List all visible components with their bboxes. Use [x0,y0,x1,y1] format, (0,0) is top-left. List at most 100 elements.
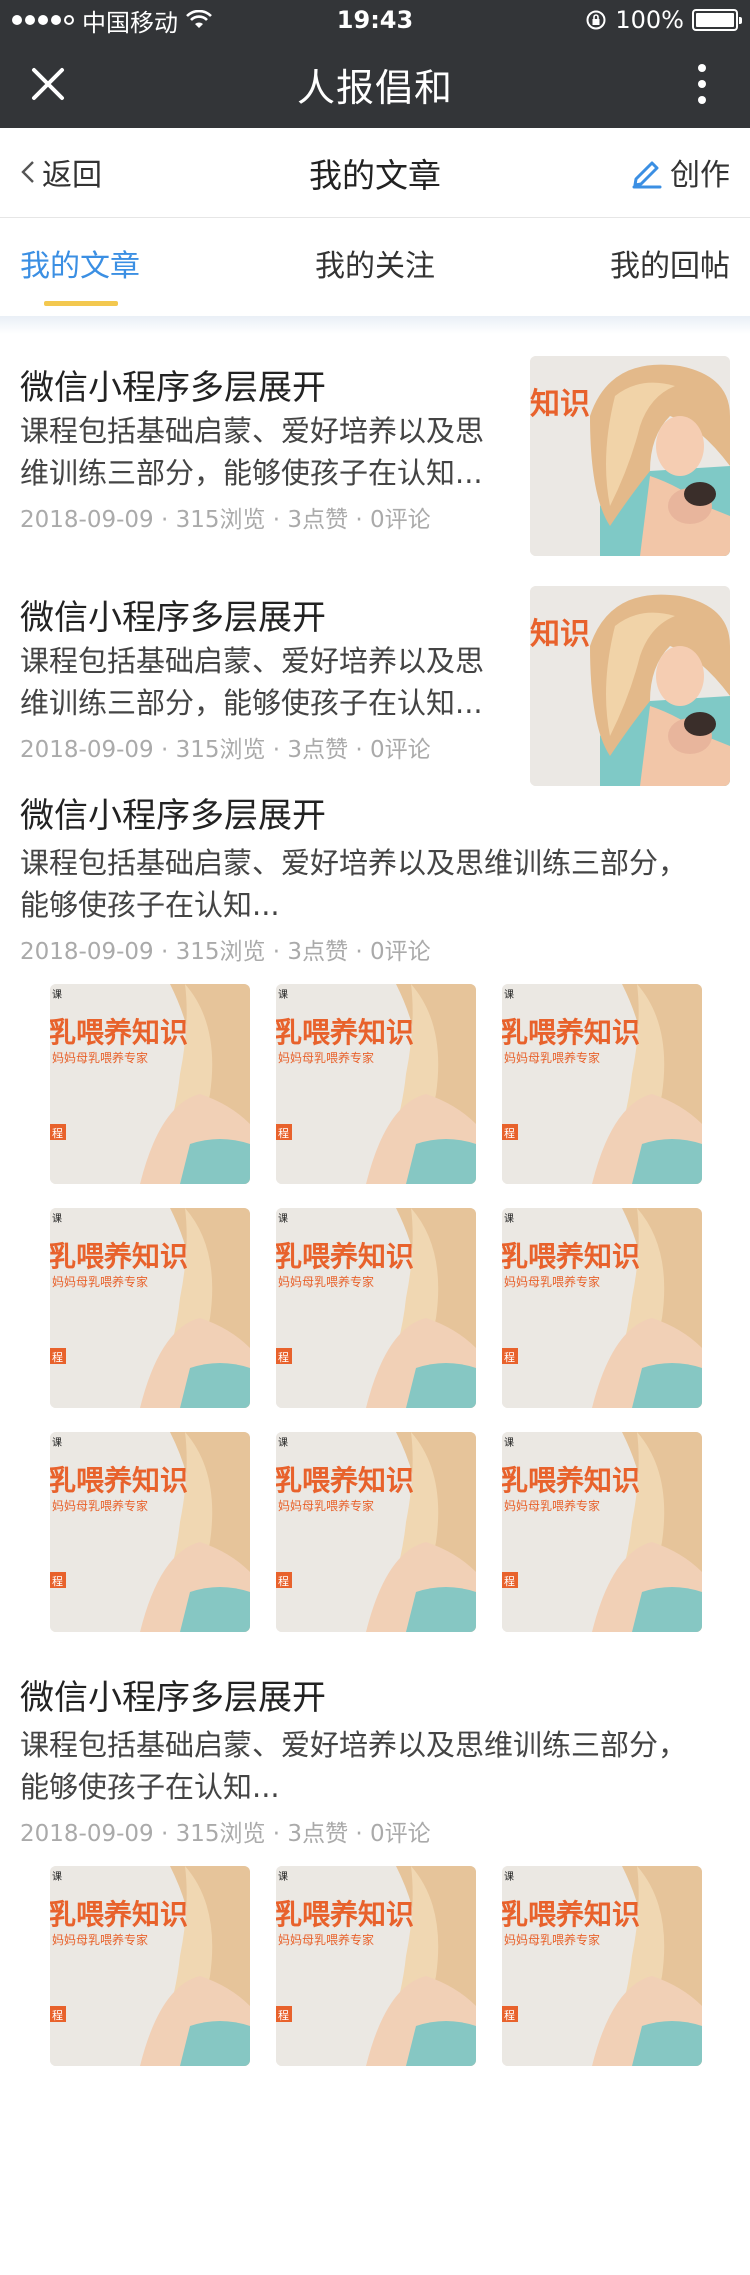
svg-text:课: 课 [278,1871,288,1883]
article-title: 微信小程序多层展开 [20,598,326,638]
article-desc-line: 课程包括基础启蒙、爱好培养以及思 [20,414,485,448]
svg-text:知识: 知识 [530,387,590,422]
mother-baby-illustration: 知识 [530,586,730,786]
svg-text:乳喂养知识: 乳喂养知识 [502,1464,640,1497]
svg-text:妈妈母乳喂养专家: 妈妈母乳喂养专家 [504,1050,600,1065]
svg-text:程: 程 [504,2009,515,2022]
article-card[interactable]: 微信小程序多层展开 课程包括基础启蒙、爱好培养以及思 维训练三部分，能够使孩子在… [0,334,750,564]
svg-text:程: 程 [278,1575,289,1588]
grid-image[interactable]: 课 乳喂养知识 妈妈母乳喂养专家 程 [276,1432,476,1632]
grid-image[interactable]: 课 乳喂养知识 妈妈母乳喂养专家 程 [276,1866,476,2066]
grid-image[interactable]: 课 乳喂养知识 妈妈母乳喂养专家 程 [50,1208,250,1408]
grid-image[interactable]: 课 乳喂养知识 妈妈母乳喂养专家 程 [50,1432,250,1632]
back-label: 返回 [42,158,102,193]
svg-text:乳喂养知识: 乳喂养知识 [276,1240,414,1273]
article-meta: 2018-09-09 · 315浏览 · 3点赞 · 0评论 [20,1821,431,1847]
sub-header: 返回 我的文章 创作 [0,128,750,218]
status-bar: 中国移动 19:43 100% [0,0,750,40]
svg-text:乳喂养知识: 乳喂养知识 [50,1898,188,1931]
create-label: 创作 [670,158,730,193]
article-meta: 2018-09-09 · 315浏览 · 3点赞 · 0评论 [20,507,431,533]
close-icon [32,68,64,100]
tab-divider [0,316,750,334]
close-button[interactable] [24,60,72,108]
breastfeeding-poster-illustration: 课 乳喂养知识 妈妈母乳喂养专家 程 [502,1208,702,1408]
svg-text:乳喂养知识: 乳喂养知识 [50,1240,188,1273]
back-button[interactable]: 返回 [20,150,102,194]
breastfeeding-poster-illustration: 课 乳喂养知识 妈妈母乳喂养专家 程 [50,1866,250,2066]
svg-text:课: 课 [504,1213,514,1225]
chevron-left-icon [21,161,34,183]
svg-text:课: 课 [504,1437,514,1449]
breastfeeding-poster-illustration: 课 乳喂养知识 妈妈母乳喂养专家 程 [276,1432,476,1632]
article-meta: 2018-09-09 · 315浏览 · 3点赞 · 0评论 [20,939,431,965]
grid-image[interactable]: 课 乳喂养知识 妈妈母乳喂养专家 程 [50,984,250,1184]
breastfeeding-poster-illustration: 课 乳喂养知识 妈妈母乳喂养专家 程 [276,1866,476,2066]
article-desc-line: 维训练三部分，能够使孩子在认知... [20,456,483,490]
svg-text:乳喂养知识: 乳喂养知识 [276,1898,414,1931]
breastfeeding-poster-illustration: 课 乳喂养知识 妈妈母乳喂养专家 程 [502,984,702,1184]
article-card[interactable]: 微信小程序多层展开 课程包括基础启蒙、爱好培养以及思维训练三部分， 能够使孩子在… [0,1676,750,1848]
svg-text:妈妈母乳喂养专家: 妈妈母乳喂养专家 [278,1274,374,1289]
article-desc-line: 课程包括基础启蒙、爱好培养以及思维训练三部分， [20,1728,688,1762]
grid-image[interactable]: 课 乳喂养知识 妈妈母乳喂养专家 程 [502,1432,702,1632]
more-icon-dot [698,96,706,104]
svg-text:课: 课 [52,1213,62,1225]
status-left: 中国移动 [12,3,212,38]
mother-baby-illustration: 知识 [530,356,730,556]
article-title: 微信小程序多层展开 [20,796,326,836]
battery-percent: 100% [615,6,684,34]
article-title: 微信小程序多层展开 [20,368,326,408]
article-card[interactable]: 微信小程序多层展开 课程包括基础启蒙、爱好培养以及思维训练三部分， 能够使孩子在… [0,794,750,966]
svg-text:课: 课 [278,1213,288,1225]
svg-text:课: 课 [52,989,62,1001]
grid-image[interactable]: 课 乳喂养知识 妈妈母乳喂养专家 程 [502,1208,702,1408]
tab-my-replies[interactable]: 我的回帖 [610,218,730,316]
breastfeeding-poster-illustration: 课 乳喂养知识 妈妈母乳喂养专家 程 [50,984,250,1184]
article-desc-line: 能够使孩子在认知... [20,888,280,922]
svg-text:乳喂养知识: 乳喂养知识 [502,1240,640,1273]
status-right: 100% [585,6,742,34]
svg-text:乳喂养知识: 乳喂养知识 [276,1016,414,1049]
more-menu-button[interactable] [678,54,726,114]
svg-text:程: 程 [278,2009,289,2022]
svg-text:乳喂养知识: 乳喂养知识 [502,1016,640,1049]
svg-text:课: 课 [278,989,288,1001]
app-title: 人报倡和 [296,65,453,110]
breastfeeding-poster-illustration: 课 乳喂养知识 妈妈母乳喂养专家 程 [276,1208,476,1408]
svg-text:程: 程 [52,1575,63,1588]
article-thumbnail[interactable]: 知识 [530,586,730,786]
article-meta: 2018-09-09 · 315浏览 · 3点赞 · 0评论 [20,737,431,763]
grid-image[interactable]: 课 乳喂养知识 妈妈母乳喂养专家 程 [276,984,476,1184]
breastfeeding-poster-illustration: 课 乳喂养知识 妈妈母乳喂养专家 程 [502,1432,702,1632]
pencil-icon [632,161,662,189]
svg-text:知识: 知识 [530,617,590,652]
more-icon-dot [698,80,706,88]
grid-image[interactable]: 课 乳喂养知识 妈妈母乳喂养专家 程 [502,984,702,1184]
svg-text:妈妈母乳喂养专家: 妈妈母乳喂养专家 [52,1050,148,1065]
svg-text:乳喂养知识: 乳喂养知识 [502,1898,640,1931]
svg-text:程: 程 [504,1351,515,1364]
tab-my-follows[interactable]: 我的关注 [315,218,435,316]
article-card[interactable]: 微信小程序多层展开 课程包括基础启蒙、爱好培养以及思 维训练三部分，能够使孩子在… [0,564,750,794]
article-thumbnail[interactable]: 知识 [530,356,730,556]
image-grid: 课 乳喂养知识 妈妈母乳喂养专家 程 课 乳喂养知识 妈妈母乳喂养专家 程 课 … [0,1866,750,2066]
svg-text:妈妈母乳喂养专家: 妈妈母乳喂养专家 [278,1498,374,1513]
grid-image[interactable]: 课 乳喂养知识 妈妈母乳喂养专家 程 [276,1208,476,1408]
breastfeeding-poster-illustration: 课 乳喂养知识 妈妈母乳喂养专家 程 [276,984,476,1184]
svg-text:课: 课 [504,1871,514,1883]
breastfeeding-poster-illustration: 课 乳喂养知识 妈妈母乳喂养专家 程 [50,1208,250,1408]
svg-text:妈妈母乳喂养专家: 妈妈母乳喂养专家 [504,1498,600,1513]
article-desc: 课程包括基础启蒙、爱好培养以及思维训练三部分， 能够使孩子在认知... [20,1724,730,1808]
wifi-icon [186,10,212,28]
svg-text:妈妈母乳喂养专家: 妈妈母乳喂养专家 [278,1050,374,1065]
grid-image[interactable]: 课 乳喂养知识 妈妈母乳喂养专家 程 [502,1866,702,2066]
grid-image[interactable]: 课 乳喂养知识 妈妈母乳喂养专家 程 [50,1866,250,2066]
title-bar: 人报倡和 [0,40,750,128]
tab-my-articles[interactable]: 我的文章 [20,218,140,316]
article-desc: 课程包括基础启蒙、爱好培养以及思维训练三部分， 能够使孩子在认知... [20,842,730,926]
svg-text:妈妈母乳喂养专家: 妈妈母乳喂养专家 [52,1274,148,1289]
create-button[interactable]: 创作 [630,150,730,194]
orientation-lock-icon [586,10,606,30]
svg-text:程: 程 [52,1351,63,1364]
